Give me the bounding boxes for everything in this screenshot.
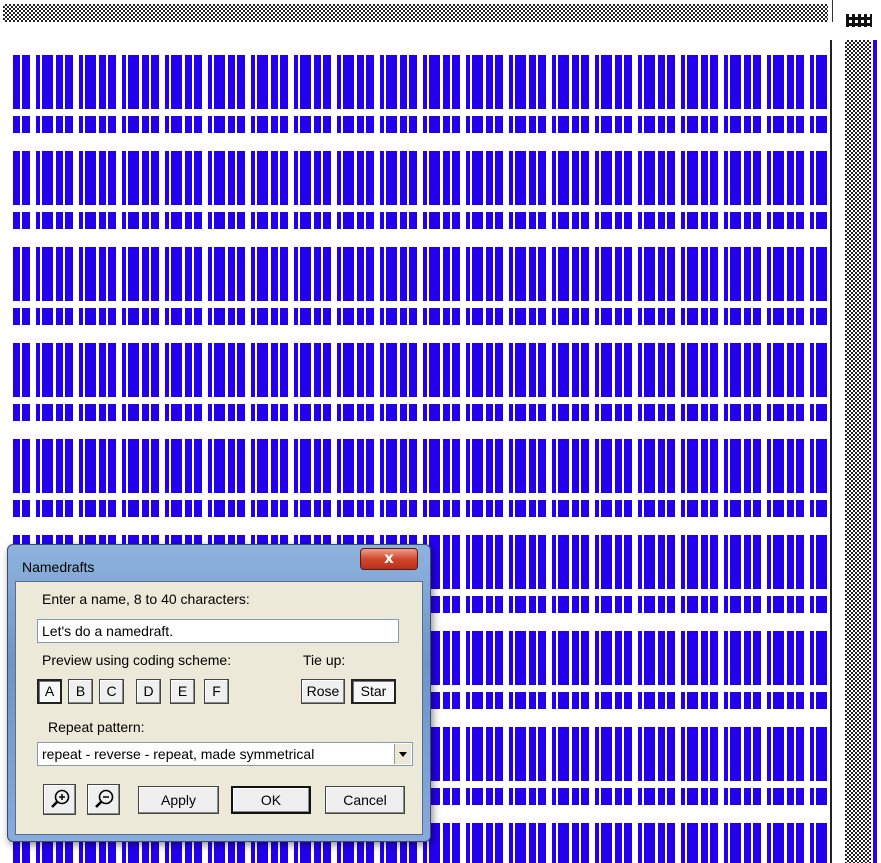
cancel-button[interactable]: Cancel <box>325 786 405 814</box>
dialog-title: Namedrafts <box>22 559 95 575</box>
treadling-color-bar <box>873 40 877 863</box>
zoom-out-button[interactable] <box>87 784 120 815</box>
zoom-in-icon <box>51 789 70 808</box>
scheme-e-button[interactable]: E <box>170 679 195 704</box>
ok-button[interactable]: OK <box>231 786 311 814</box>
scheme-f-button[interactable]: F <box>204 679 229 704</box>
name-prompt-label: Enter a name, 8 to 40 characters: <box>42 591 250 607</box>
close-button[interactable]: x <box>360 548 418 570</box>
zoom-in-button[interactable] <box>43 784 76 815</box>
name-input[interactable]: Let's do a namedraft. <box>37 619 399 643</box>
threading-divider <box>832 0 833 22</box>
tieup-grid[interactable] <box>846 14 872 27</box>
repeat-pattern-value: repeat - reverse - repeat, made symmetri… <box>42 746 315 762</box>
scheme-a-button[interactable]: A <box>37 679 62 704</box>
tieup-rose-button[interactable]: Rose <box>301 679 345 704</box>
scheme-c-button[interactable]: C <box>99 679 124 704</box>
apply-button[interactable]: Apply <box>138 786 219 814</box>
chevron-down-icon[interactable] <box>394 744 411 764</box>
threading-grid[interactable] <box>3 4 828 22</box>
zoom-out-icon <box>95 789 114 808</box>
close-icon: x <box>384 549 394 567</box>
dialog-client: Enter a name, 8 to 40 characters: Let's … <box>15 581 423 835</box>
tieup-label: Tie up: <box>303 652 346 668</box>
preview-label: Preview using coding scheme: <box>42 652 232 668</box>
namedrafts-dialog: Namedrafts x Enter a name, 8 to 40 chara… <box>7 544 431 842</box>
scheme-b-button[interactable]: B <box>68 679 93 704</box>
repeat-label: Repeat pattern: <box>48 719 145 735</box>
repeat-pattern-select[interactable]: repeat - reverse - repeat, made symmetri… <box>37 742 413 766</box>
treadling-grid[interactable] <box>845 40 871 863</box>
tieup-star-button[interactable]: Star <box>351 679 396 704</box>
drawdown-border <box>830 40 832 863</box>
scheme-d-button[interactable]: D <box>136 679 161 704</box>
